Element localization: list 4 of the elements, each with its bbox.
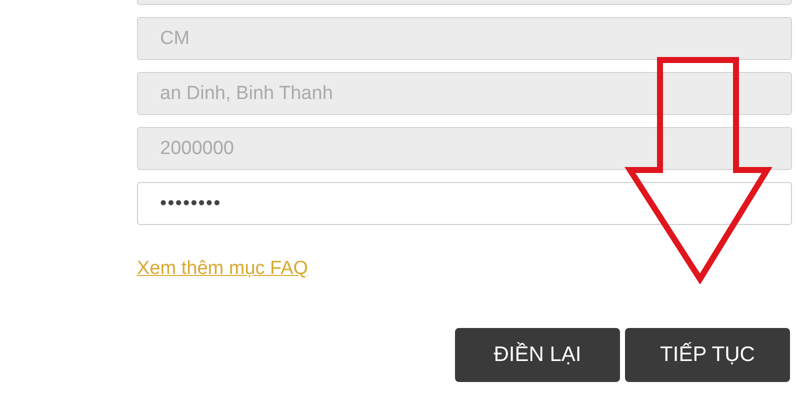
form-button[interactable]: TIẾP TỤC [625, 328, 790, 382]
faq-link[interactable]: Xem thêm mục FAQ [137, 258, 308, 279]
form-button[interactable]: ĐIỀN LẠI [455, 328, 620, 382]
input-field[interactable]: •••••••• [137, 182, 792, 225]
